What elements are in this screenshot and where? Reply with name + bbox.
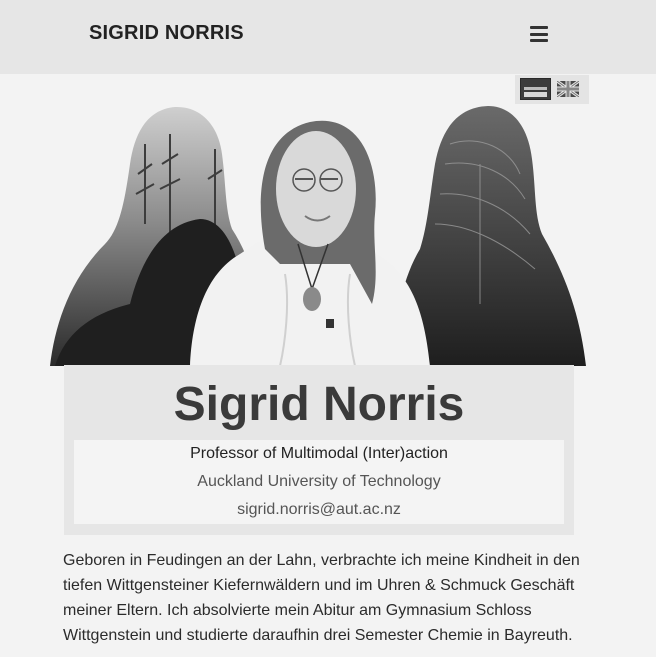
german-flag-icon[interactable]: [520, 78, 551, 100]
profile-card: Sigrid Norris Professor of Multimodal (I…: [64, 365, 574, 535]
bio-paragraph: Geboren in Feudingen an der Lahn, verbra…: [63, 552, 580, 644]
language-switcher: [515, 75, 589, 104]
profile-university: Auckland University of Technology: [197, 473, 441, 490]
profile-role: Professor of Multimodal (Inter)action: [190, 445, 448, 462]
profile-email-link[interactable]: sigrid.norris@aut.ac.nz: [74, 496, 564, 524]
hero-portrait-image: [50, 106, 586, 366]
profile-info-box: Professor of Multimodal (Inter)action Au…: [74, 440, 564, 524]
profile-name: Sigrid Norris: [173, 378, 465, 431]
uk-flag-icon[interactable]: [557, 81, 579, 97]
top-navigation-bar: SIGRID NORRIS: [0, 0, 656, 74]
hamburger-menu-icon[interactable]: [530, 26, 548, 42]
site-title[interactable]: SIGRID NORRIS: [89, 22, 244, 45]
